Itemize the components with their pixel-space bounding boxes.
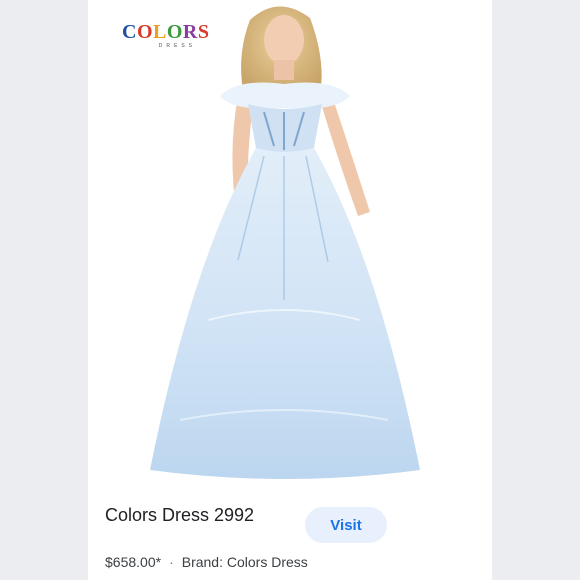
brand-logo-subtext: DRESS — [158, 43, 196, 49]
visit-button[interactable]: Visit — [305, 507, 387, 543]
brand-logo-wordmark: COLORS — [122, 21, 209, 43]
brand-logo-letter: C — [122, 21, 137, 43]
product-card[interactable]: COLORS DRESS Colors Dress 2992 $658.00* … — [88, 0, 492, 580]
dress-illustration — [150, 6, 420, 479]
brand-logo-letter: O — [166, 21, 183, 43]
product-title[interactable]: Colors Dress 2992 — [105, 505, 254, 526]
brand-logo: COLORS DRESS — [122, 21, 209, 50]
meta-separator: · — [169, 554, 174, 570]
brand-logo-letter: L — [153, 21, 167, 43]
brand-logo-letter: S — [197, 21, 210, 43]
product-meta: $658.00* · Brand: Colors Dress — [105, 554, 308, 570]
brand-logo-letter: O — [136, 21, 154, 43]
product-brand: Brand: Colors Dress — [181, 554, 308, 570]
brand-logo-letter: R — [182, 21, 198, 43]
product-price: $658.00* — [105, 554, 162, 570]
product-image[interactable]: COLORS DRESS — [88, 0, 492, 490]
product-info: Colors Dress 2992 $658.00* · Brand: Colo… — [88, 490, 492, 580]
